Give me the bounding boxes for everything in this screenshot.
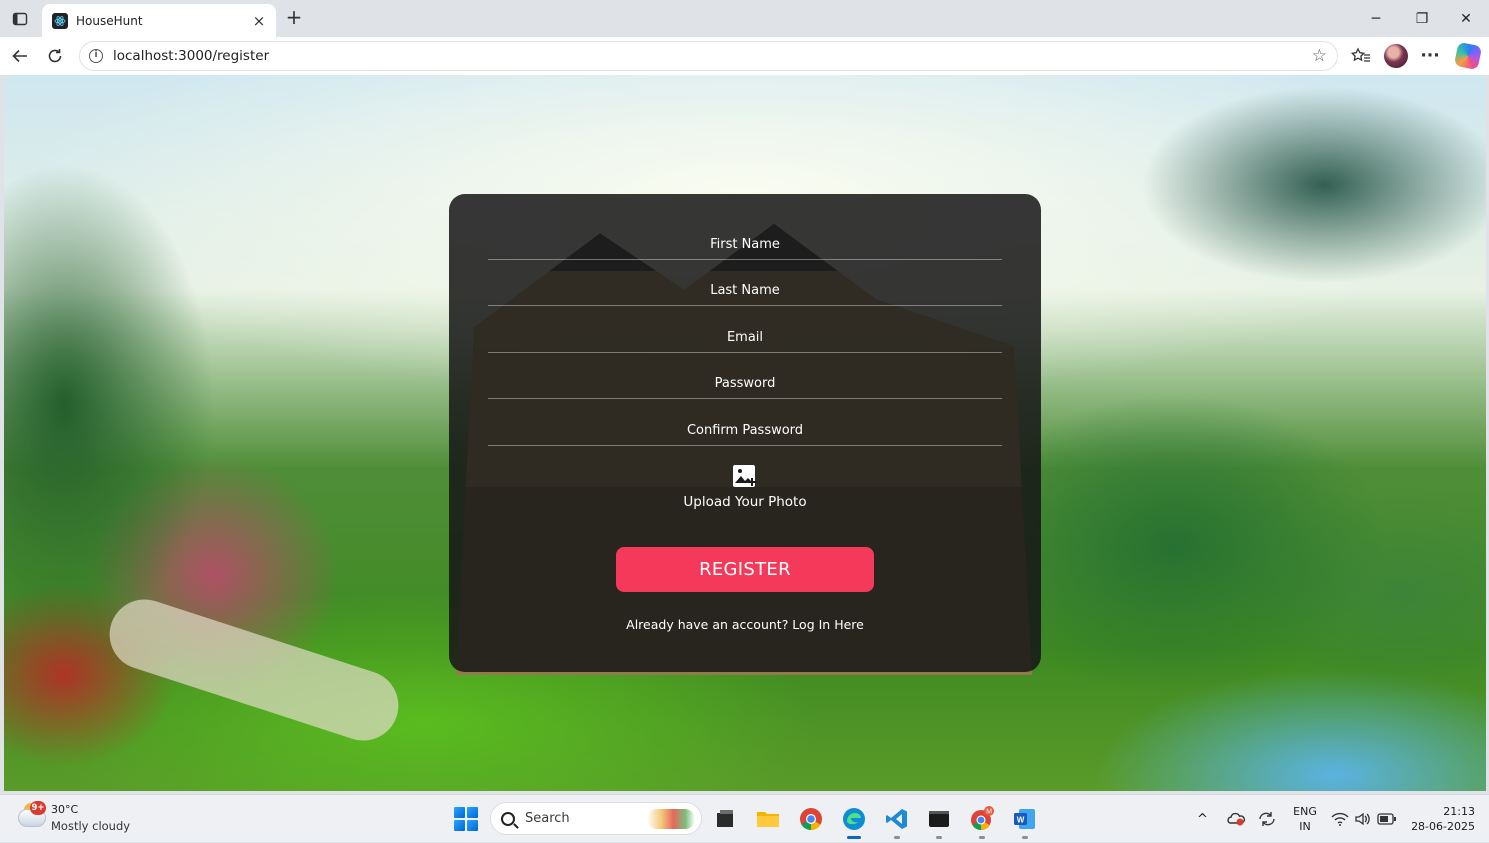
search-label: Search bbox=[525, 811, 570, 826]
register-button[interactable]: REGISTER bbox=[616, 547, 874, 592]
site-info-icon[interactable]: i bbox=[89, 49, 103, 63]
password-field bbox=[488, 353, 1002, 399]
sync-icon[interactable] bbox=[1257, 795, 1277, 843]
email-input[interactable] bbox=[488, 330, 1002, 345]
running-app-indicator bbox=[894, 836, 900, 839]
first-name-field bbox=[488, 214, 1002, 260]
volume-icon[interactable] bbox=[1354, 795, 1372, 843]
profile-avatar[interactable] bbox=[1384, 44, 1408, 68]
svg-text:W: W bbox=[1017, 816, 1025, 825]
password-input[interactable] bbox=[488, 376, 1002, 391]
login-link[interactable]: Already have an account? Log In Here bbox=[549, 617, 941, 632]
clock-time: 21:13 bbox=[1443, 805, 1475, 818]
confirm-password-input[interactable] bbox=[488, 423, 1002, 438]
address-bar[interactable]: i localhost:3000/register ☆ bbox=[79, 41, 1338, 71]
battery-icon[interactable] bbox=[1377, 795, 1397, 843]
add-photo-icon bbox=[733, 465, 756, 487]
tab-househunt[interactable]: HouseHunt × bbox=[42, 4, 276, 37]
tab-title: HouseHunt bbox=[76, 13, 143, 28]
word-icon[interactable]: W bbox=[1011, 805, 1039, 839]
upload-photo-label: Upload Your Photo bbox=[683, 494, 807, 510]
more-menu-icon[interactable]: ··· bbox=[1417, 43, 1443, 69]
system-clock[interactable]: 21:13 28-06-2025 bbox=[1405, 804, 1475, 834]
input-language[interactable]: ENG IN bbox=[1292, 804, 1318, 834]
minimize-button[interactable]: ─ bbox=[1353, 0, 1399, 37]
url-text: localhost:3000/register bbox=[113, 48, 270, 64]
confirm-password-field bbox=[488, 400, 1002, 446]
terminal-icon[interactable] bbox=[925, 805, 953, 839]
start-button[interactable] bbox=[454, 807, 478, 831]
email-field bbox=[488, 307, 1002, 353]
wifi-icon[interactable] bbox=[1331, 795, 1349, 843]
favorite-star-icon[interactable]: ☆ bbox=[1312, 46, 1327, 66]
copilot-icon[interactable] bbox=[1453, 41, 1483, 71]
windows-taskbar: 9+ 30°C Mostly cloudy Search M W ^ ENG I… bbox=[0, 794, 1489, 842]
chrome-icon[interactable] bbox=[797, 805, 825, 833]
folder-icon[interactable] bbox=[754, 805, 782, 833]
taskbar-search[interactable]: Search bbox=[490, 802, 702, 835]
chrome-profile-icon[interactable]: M bbox=[968, 805, 996, 839]
vscode-icon[interactable] bbox=[883, 805, 911, 839]
active-app-indicator bbox=[847, 836, 861, 839]
reload-icon bbox=[48, 49, 62, 63]
upload-photo-control[interactable]: Upload Your Photo bbox=[649, 464, 841, 520]
tab-actions-icon[interactable] bbox=[8, 7, 32, 31]
edge-icon[interactable] bbox=[840, 805, 868, 839]
onedrive-icon[interactable] bbox=[1226, 795, 1246, 843]
tab-close-icon[interactable]: × bbox=[250, 12, 268, 30]
close-window-button[interactable]: ✕ bbox=[1443, 0, 1489, 37]
react-favicon-icon bbox=[52, 12, 68, 29]
weather-condition: Mostly cloudy bbox=[51, 819, 131, 833]
last-name-field bbox=[488, 260, 1002, 306]
last-name-input[interactable] bbox=[488, 283, 1002, 298]
search-icon bbox=[501, 811, 515, 826]
favorites-icon[interactable] bbox=[1348, 43, 1374, 69]
running-app-indicator bbox=[936, 836, 942, 839]
running-app-indicator bbox=[979, 836, 985, 839]
language-region: IN bbox=[1299, 820, 1311, 833]
file-explorer-icon[interactable] bbox=[711, 805, 739, 833]
back-arrow-icon bbox=[12, 49, 27, 63]
svg-text:M: M bbox=[986, 809, 992, 816]
search-highlight-icon bbox=[647, 809, 695, 829]
register-form-card: Upload Your Photo REGISTER Already have … bbox=[449, 194, 1041, 672]
language-code: ENG bbox=[1293, 805, 1317, 818]
restore-button[interactable]: ❐ bbox=[1399, 0, 1445, 37]
weather-widget[interactable]: 9+ 30°C Mostly cloudy bbox=[18, 801, 158, 837]
back-button[interactable] bbox=[7, 43, 33, 69]
weather-badge: 9+ bbox=[30, 801, 46, 815]
running-app-indicator bbox=[1022, 836, 1028, 839]
weather-temperature: 30°C bbox=[51, 803, 79, 816]
show-hidden-icons-chevron-icon[interactable]: ^ bbox=[1197, 795, 1208, 843]
reload-button[interactable] bbox=[42, 43, 68, 69]
browser-toolbar: i localhost:3000/register ☆ ··· bbox=[0, 37, 1489, 75]
clock-date: 28-06-2025 bbox=[1411, 820, 1475, 833]
first-name-input[interactable] bbox=[488, 237, 1002, 252]
browser-tab-bar: HouseHunt × + ─ ❐ ✕ bbox=[0, 0, 1489, 37]
new-tab-button[interactable]: + bbox=[283, 6, 305, 28]
background-path bbox=[100, 590, 408, 750]
page-background-image: Upload Your Photo REGISTER Already have … bbox=[4, 75, 1486, 791]
